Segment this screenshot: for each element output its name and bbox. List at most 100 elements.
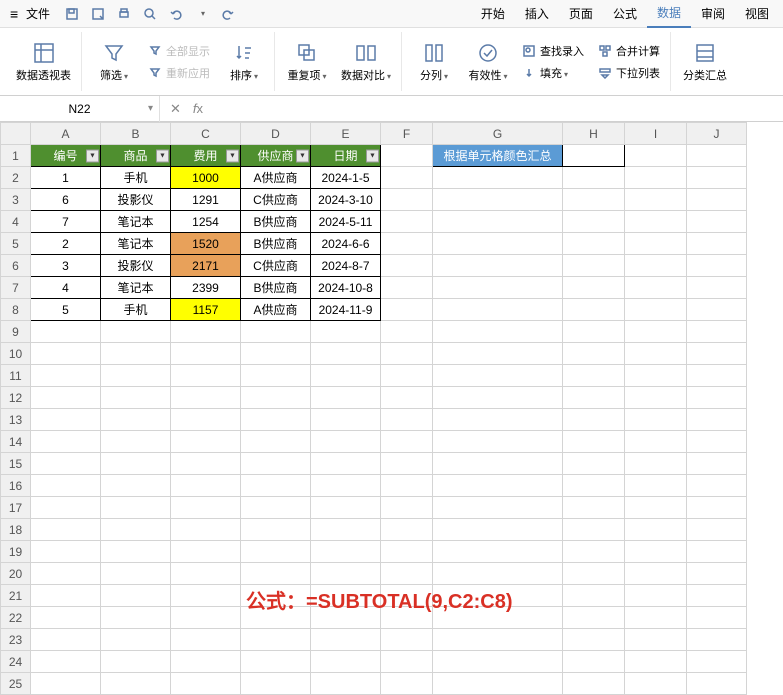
cell-F10[interactable] [381,343,433,365]
cell-J21[interactable] [687,585,747,607]
cell-F15[interactable] [381,453,433,475]
undo-icon[interactable] [168,6,184,22]
cell-G16[interactable] [433,475,563,497]
cell-B10[interactable] [101,343,171,365]
cell-E6[interactable]: 2024-8-7 [311,255,381,277]
cell-C13[interactable] [171,409,241,431]
row-header-25[interactable]: 25 [1,673,31,695]
cell-H15[interactable] [563,453,625,475]
cell-B1[interactable]: 商品▼ [101,145,171,167]
cell-E3[interactable]: 2024-3-10 [311,189,381,211]
cell-I22[interactable] [625,607,687,629]
cell-J14[interactable] [687,431,747,453]
cell-D17[interactable] [241,497,311,519]
col-header-F[interactable]: F [381,123,433,145]
cell-A9[interactable] [31,321,101,343]
cell-A11[interactable] [31,365,101,387]
cell-E4[interactable]: 2024-5-11 [311,211,381,233]
row-header-3[interactable]: 3 [1,189,31,211]
cell-F11[interactable] [381,365,433,387]
cell-D19[interactable] [241,541,311,563]
cell-I8[interactable] [625,299,687,321]
filter-dropdown-A[interactable]: ▼ [86,149,99,162]
data-compare-button[interactable]: 数据对比 [337,32,395,92]
cell-H13[interactable] [563,409,625,431]
cell-G2[interactable] [433,167,563,189]
tab-2[interactable]: 页面 [559,0,603,28]
cell-H22[interactable] [563,607,625,629]
preview-icon[interactable] [142,6,158,22]
cell-H4[interactable] [563,211,625,233]
cell-C16[interactable] [171,475,241,497]
cell-C15[interactable] [171,453,241,475]
row-header-23[interactable]: 23 [1,629,31,651]
cell-C21[interactable] [171,585,241,607]
tab-5[interactable]: 审阅 [691,0,735,28]
cell-I10[interactable] [625,343,687,365]
cell-A20[interactable] [31,563,101,585]
cell-G6[interactable] [433,255,563,277]
cell-B25[interactable] [101,673,171,695]
cell-G24[interactable] [433,651,563,673]
cell-A23[interactable] [31,629,101,651]
print-icon[interactable] [116,6,132,22]
cell-H20[interactable] [563,563,625,585]
row-header-18[interactable]: 18 [1,519,31,541]
cell-J24[interactable] [687,651,747,673]
row-header-19[interactable]: 19 [1,541,31,563]
cell-B8[interactable]: 手机 [101,299,171,321]
cell-J7[interactable] [687,277,747,299]
cell-J16[interactable] [687,475,747,497]
cell-C22[interactable] [171,607,241,629]
cell-C6[interactable]: 2171 [171,255,241,277]
cell-G13[interactable] [433,409,563,431]
row-header-2[interactable]: 2 [1,167,31,189]
cell-F1[interactable] [381,145,433,167]
cell-B19[interactable] [101,541,171,563]
col-header-H[interactable]: H [563,123,625,145]
duplicates-button[interactable]: 重复项 [283,32,331,92]
select-all-corner[interactable] [1,123,31,145]
cell-I4[interactable] [625,211,687,233]
cell-E16[interactable] [311,475,381,497]
cell-G7[interactable] [433,277,563,299]
cell-F24[interactable] [381,651,433,673]
cell-H16[interactable] [563,475,625,497]
cell-E14[interactable] [311,431,381,453]
cell-F23[interactable] [381,629,433,651]
cell-A7[interactable]: 4 [31,277,101,299]
cell-B22[interactable] [101,607,171,629]
cell-J11[interactable] [687,365,747,387]
cell-A5[interactable]: 2 [31,233,101,255]
cell-J3[interactable] [687,189,747,211]
cell-A21[interactable] [31,585,101,607]
col-header-C[interactable]: C [171,123,241,145]
cell-B23[interactable] [101,629,171,651]
cell-I25[interactable] [625,673,687,695]
row-header-24[interactable]: 24 [1,651,31,673]
name-box[interactable]: ▾ [0,96,160,122]
cell-I19[interactable] [625,541,687,563]
cell-J1[interactable] [687,145,747,167]
cell-D14[interactable] [241,431,311,453]
cell-C19[interactable] [171,541,241,563]
cell-F7[interactable] [381,277,433,299]
cell-E10[interactable] [311,343,381,365]
tab-1[interactable]: 插入 [515,0,559,28]
cell-B3[interactable]: 投影仪 [101,189,171,211]
formula-input[interactable] [215,102,773,116]
row-header-1[interactable]: 1 [1,145,31,167]
cell-H21[interactable] [563,585,625,607]
cell-A6[interactable]: 3 [31,255,101,277]
cell-A2[interactable]: 1 [31,167,101,189]
cell-F18[interactable] [381,519,433,541]
cell-D2[interactable]: A供应商 [241,167,311,189]
cell-C10[interactable] [171,343,241,365]
row-header-12[interactable]: 12 [1,387,31,409]
cell-G14[interactable] [433,431,563,453]
row-header-10[interactable]: 10 [1,343,31,365]
cell-I16[interactable] [625,475,687,497]
cell-J19[interactable] [687,541,747,563]
row-header-7[interactable]: 7 [1,277,31,299]
cell-J9[interactable] [687,321,747,343]
